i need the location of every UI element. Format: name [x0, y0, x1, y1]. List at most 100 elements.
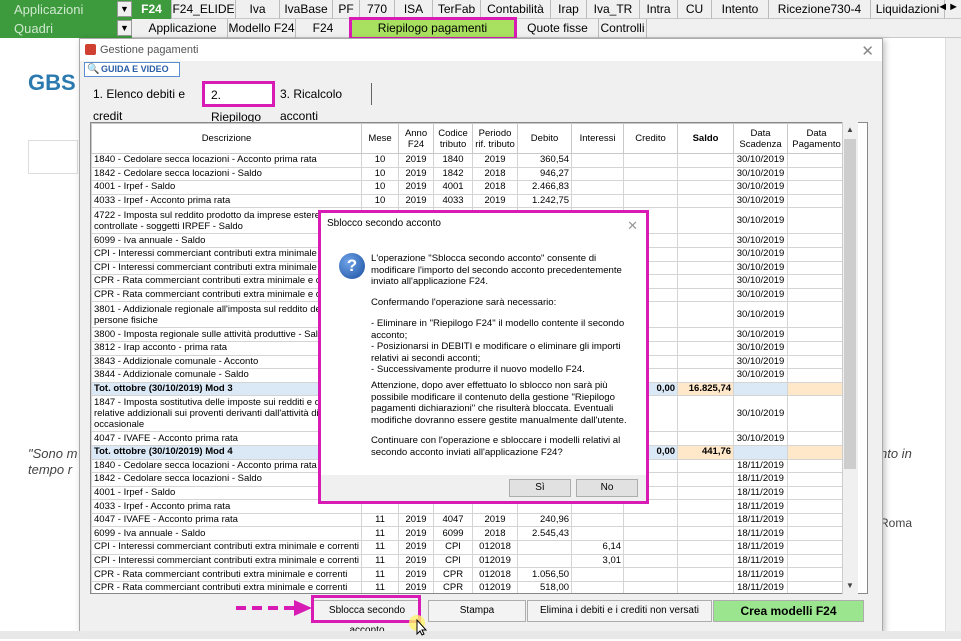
table-row[interactable]: 1842 - Cedolare secca locazioni - Saldo 1… [91, 166, 847, 182]
cell-data-pagamento[interactable] [787, 193, 847, 209]
cell-sc[interactable]: 30/10/2019 [733, 274, 789, 289]
cell-sc[interactable]: 30/10/2019 [733, 431, 789, 446]
cell-cr[interactable] [623, 166, 679, 182]
ribbon-tab-cu[interactable]: CU [678, 0, 712, 19]
yes-button[interactable]: Sì [509, 479, 571, 497]
cell-deb[interactable]: 518,00 [517, 580, 573, 593]
cell-data-pagamento[interactable] [787, 499, 847, 514]
cell-cr[interactable] [623, 580, 679, 593]
cell-deb[interactable]: 1.242,75 [517, 193, 573, 209]
cell-data-pagamento[interactable] [787, 395, 847, 433]
cell-s[interactable] [677, 166, 735, 182]
ribbon-subtab-riepilogo-pagamenti-dichiarazioni[interactable]: Riepilogo pagamenti Dichiarazioni [349, 17, 517, 54]
cell-data-pagamento[interactable] [787, 180, 847, 195]
table-row[interactable]: CPI - Interessi commerciant contributi e… [91, 553, 847, 569]
cell-deb[interactable] [517, 553, 573, 569]
cell-m[interactable]: 10 [361, 153, 400, 168]
cell-s[interactable] [677, 540, 735, 555]
elimina-debiti-crediti-button[interactable]: Elimina i debiti e i crediti non versati [527, 600, 712, 622]
ribbon-tab-f24-elide[interactable]: F24_ELIDE [172, 0, 236, 19]
cell-m[interactable]: 11 [361, 580, 400, 593]
cell-s[interactable] [677, 526, 735, 542]
cell-cr[interactable] [623, 193, 679, 209]
ribbon-tab-770[interactable]: 770 [360, 0, 395, 19]
cell-data-pagamento[interactable] [787, 301, 847, 329]
cell-a[interactable]: 2019 [398, 153, 435, 168]
cell-s[interactable]: 16.825,74 [677, 381, 735, 397]
cell-s[interactable] [677, 260, 735, 276]
cell-s[interactable] [677, 431, 735, 446]
cell-sc[interactable]: 30/10/2019 [733, 301, 789, 329]
cell-sc[interactable] [733, 381, 789, 397]
scroll-down-icon[interactable]: ▼ [844, 579, 856, 593]
cell-cr[interactable] [623, 526, 679, 542]
table-row[interactable]: 4001 - Irpef - Saldo 10 2019 4001 2018 2.466,… [91, 180, 847, 195]
cell-d[interactable]: 4033 - Irpef - Acconto prima rata [91, 193, 363, 209]
cell-sc[interactable]: 30/10/2019 [733, 193, 789, 209]
cell-c[interactable]: 4033 [433, 193, 474, 209]
cell-d[interactable]: CPI - Interessi commerciant contributi e… [91, 540, 363, 555]
cell-cr[interactable] [623, 567, 679, 582]
cell-d[interactable]: 4001 - Irpef - Saldo [91, 180, 363, 195]
table-row[interactable]: 4033 - Irpef - Acconto prima rata 10 2019 4… [91, 193, 847, 209]
table-row[interactable]: 6099 - Iva annuale - Saldo 11 2019 6099 2018… [91, 526, 847, 542]
cell-d[interactable]: 6099 - Iva annuale - Saldo [91, 526, 363, 542]
cell-sc[interactable]: 18/11/2019 [733, 499, 789, 514]
cell-sc[interactable]: 18/11/2019 [733, 540, 789, 555]
cell-d[interactable]: CPI - Interessi commerciant contributi e… [91, 553, 363, 569]
cell-cr[interactable] [623, 512, 679, 528]
cell-data-pagamento[interactable] [787, 472, 847, 487]
cell-sc[interactable]: 30/10/2019 [733, 207, 789, 235]
cell-c[interactable]: CPR [433, 567, 474, 582]
cell-c[interactable]: 4001 [433, 180, 474, 195]
ribbon-tab-ricezione730-4[interactable]: Ricezione730-4 [769, 0, 871, 19]
cell-s[interactable] [677, 368, 735, 383]
cell-data-pagamento[interactable] [787, 381, 847, 397]
cell-i[interactable] [571, 166, 625, 182]
table-row[interactable]: CPI - Interessi commerciant contributi e… [91, 540, 847, 555]
cell-a[interactable]: 2019 [398, 567, 435, 582]
cell-s[interactable] [677, 553, 735, 569]
cell-cr[interactable] [623, 553, 679, 569]
cell-sc[interactable] [733, 444, 789, 460]
cell-d[interactable]: 1842 - Cedolare secca locazioni - Saldo [91, 166, 363, 182]
cell-c[interactable]: 6099 [433, 526, 474, 542]
cell-i[interactable] [571, 526, 625, 542]
cell-data-pagamento[interactable] [787, 368, 847, 383]
cell-deb[interactable]: 240,96 [517, 512, 573, 528]
cell-p[interactable]: 012019 [472, 580, 519, 593]
ribbon-scroll-arrows-icon[interactable]: ◄► [937, 1, 959, 13]
table-row[interactable]: 1840 - Cedolare secca locazioni - Accont… [91, 153, 847, 168]
ribbon-tab-isa[interactable]: ISA [395, 0, 433, 19]
cell-data-pagamento[interactable] [787, 153, 847, 168]
cell-i[interactable] [571, 193, 625, 209]
cell-deb[interactable]: 2.466,83 [517, 180, 573, 195]
guida-video-button[interactable]: 🔍 GUIDA E VIDEO [84, 62, 180, 77]
cell-data-pagamento[interactable] [787, 553, 847, 569]
cell-s[interactable] [677, 340, 735, 356]
chevron-down-icon[interactable]: ▼ [117, 20, 132, 36]
cell-p[interactable]: 012018 [472, 540, 519, 555]
cell-i[interactable] [571, 153, 625, 168]
cell-sc[interactable]: 18/11/2019 [733, 458, 789, 474]
cell-data-pagamento[interactable] [787, 246, 847, 262]
cell-sc[interactable]: 18/11/2019 [733, 485, 789, 501]
ribbon-tab-irap[interactable]: Irap [551, 0, 587, 19]
ribbon-tab-f24[interactable]: F24 [132, 0, 172, 19]
cell-s[interactable]: 441,76 [677, 444, 735, 460]
ribbon-tab-contabilit-[interactable]: Contabilità [481, 0, 551, 19]
cell-i[interactable] [571, 180, 625, 195]
cell-data-pagamento[interactable] [787, 567, 847, 582]
cell-deb[interactable]: 360,54 [517, 153, 573, 168]
ribbon-tab-ivabase[interactable]: IvaBase [280, 0, 333, 19]
cell-i[interactable] [571, 567, 625, 582]
cell-s[interactable] [677, 233, 735, 248]
cell-d[interactable]: CPR - Rata commerciant contributi extra … [91, 580, 363, 593]
cell-data-pagamento[interactable] [787, 580, 847, 593]
cell-data-pagamento[interactable] [787, 287, 847, 303]
table-row[interactable]: CPR - Rata commerciant contributi extra … [91, 580, 847, 593]
cell-s[interactable] [677, 499, 735, 514]
cell-s[interactable] [677, 567, 735, 582]
cell-i[interactable]: 3,01 [571, 553, 625, 569]
cell-data-pagamento[interactable] [787, 274, 847, 289]
